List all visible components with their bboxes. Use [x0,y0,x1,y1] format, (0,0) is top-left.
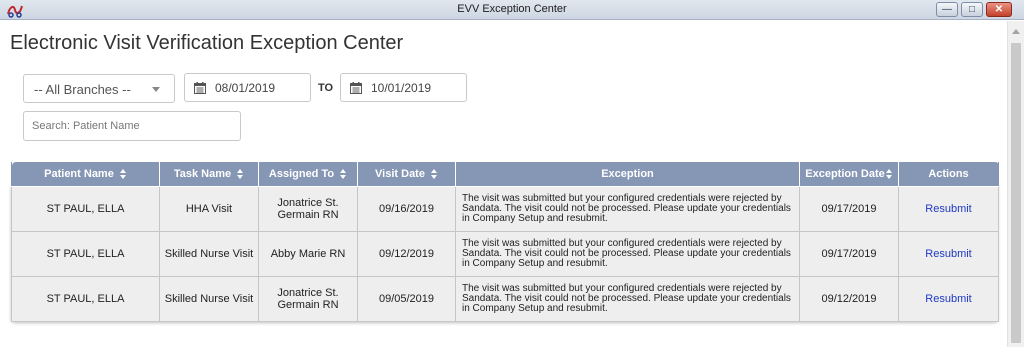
cell-patient-name: ST PAUL, ELLA [11,230,160,277]
cell-exception-date: 09/12/2019 [799,275,899,322]
cell-assigned-to: Jonatrice St. Germain RN [258,185,358,232]
column-header-label: Visit Date [375,167,425,180]
scroll-thumb[interactable] [1011,43,1021,343]
column-header-label: Task Name [173,167,232,180]
date-from-value: 08/01/2019 [215,81,276,95]
resubmit-link[interactable]: Resubmit [925,293,971,305]
table-row: ST PAUL, ELLA Skilled Nurse Visit Jonatr… [11,275,999,322]
calendar-icon [350,82,362,94]
column-header-task-name[interactable]: Task Name [159,162,259,187]
branch-select[interactable]: -- All Branches -- [23,74,175,103]
patient-search-input[interactable] [23,111,241,141]
sort-icon[interactable] [430,168,438,179]
sort-icon[interactable] [119,168,127,179]
page-title: Electronic Visit Verification Exception … [10,32,404,54]
table-row: ST PAUL, ELLA Skilled Nurse Visit Abby M… [11,230,999,277]
cell-visit-date: 09/16/2019 [357,185,456,232]
exceptions-table: Patient Name Task Name Assigned To Visit… [11,162,999,322]
cell-task-name: Skilled Nurse Visit [159,230,259,277]
cell-actions: Resubmit [898,185,999,232]
branch-select-value: -- All Branches -- [34,82,131,97]
cell-exception: The visit was submitted but your configu… [455,185,800,232]
cell-assigned-to: Abby Marie RN [258,230,358,277]
column-header-label: Exception Date [805,167,885,180]
cell-exception-date: 09/17/2019 [799,230,899,277]
column-header-label: Actions [928,167,969,180]
maximize-button[interactable]: □ [961,2,983,17]
date-to-value: 10/01/2019 [371,81,432,95]
sort-icon[interactable] [340,168,347,179]
table-row: ST PAUL, ELLA HHA Visit Jonatrice St. Ge… [11,185,999,232]
cell-actions: Resubmit [898,230,999,277]
column-header-assigned-to[interactable]: Assigned To [258,162,358,187]
minimize-button[interactable]: — [936,2,958,17]
column-header-visit-date[interactable]: Visit Date [357,162,456,187]
chevron-down-icon [152,87,160,92]
cell-assigned-to: Jonatrice St. Germain RN [258,275,358,322]
cell-visit-date: 09/12/2019 [357,230,456,277]
vertical-scrollbar[interactable] [1007,21,1024,347]
cell-task-name: HHA Visit [159,185,259,232]
maximize-icon: □ [968,4,976,15]
column-header-label: Patient Name [44,167,114,180]
date-range-to-label: TO [318,82,334,94]
resubmit-link[interactable]: Resubmit [925,248,971,260]
column-header-exception-date[interactable]: Exception Date [799,162,899,187]
column-header-exception: Exception [455,162,800,187]
minimize-icon: — [942,4,952,15]
cell-patient-name: ST PAUL, ELLA [11,185,160,232]
cell-task-name: Skilled Nurse Visit [159,275,259,322]
column-header-label: Assigned To [268,167,335,180]
table-header-row: Patient Name Task Name Assigned To Visit… [11,162,999,187]
window-title: EVV Exception Center [457,3,567,15]
date-from-input[interactable]: 08/01/2019 [184,73,311,102]
sort-icon[interactable] [885,168,893,179]
column-header-patient-name[interactable]: Patient Name [11,162,160,187]
calendar-icon [194,82,206,94]
cell-patient-name: ST PAUL, ELLA [11,275,160,322]
column-header-label: Exception [601,167,654,180]
date-to-input[interactable]: 10/01/2019 [340,73,467,102]
close-button[interactable]: ✕ [986,2,1012,17]
cell-exception-date: 09/17/2019 [799,185,899,232]
sort-icon[interactable] [237,168,244,179]
scroll-up-arrow-icon[interactable] [1012,29,1020,34]
resubmit-link[interactable]: Resubmit [925,203,971,215]
cell-visit-date: 09/05/2019 [357,275,456,322]
close-icon: ✕ [994,4,1004,15]
cell-exception: The visit was submitted but your configu… [455,230,800,277]
cell-exception: The visit was submitted but your configu… [455,275,800,322]
window-title-bar[interactable]: EVV Exception Center — □ ✕ [0,0,1024,20]
cell-actions: Resubmit [898,275,999,322]
column-header-actions: Actions [898,162,999,187]
